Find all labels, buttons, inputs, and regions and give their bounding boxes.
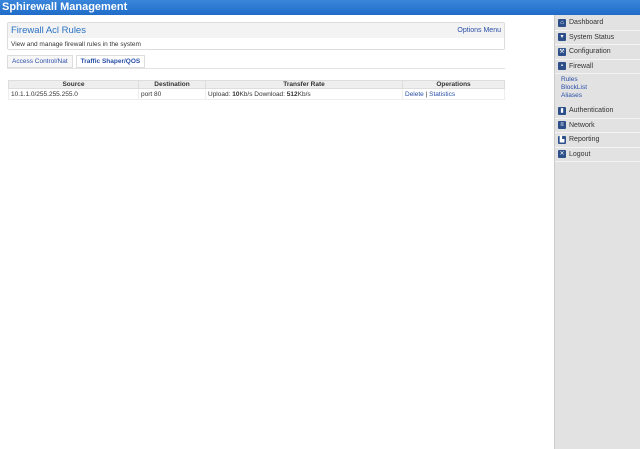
upload-label: Upload: (208, 90, 233, 98)
operations-cell: Delete | Statistics (402, 88, 505, 100)
app-title: Sphirewall Management (0, 0, 640, 15)
chart-icon: ▙ (558, 135, 566, 144)
divider (7, 68, 505, 69)
sidebar-item-firewall[interactable]: ▪ Firewall (555, 60, 640, 74)
col-transfer-rate: Transfer Rate (205, 80, 403, 89)
download-unit: Kb/s (297, 90, 311, 98)
firewall-icon: ▪ (558, 62, 566, 71)
upload-unit: Kb/s Download: (239, 90, 287, 98)
sidebar-item-dashboard[interactable]: ⌂ Dashboard (555, 16, 640, 31)
col-source: Source (8, 80, 139, 89)
rules-table: Source Destination Transfer Rate Operations… (8, 80, 505, 100)
options-menu-link[interactable]: Options Menu (457, 27, 501, 34)
tab-traffic-shaper[interactable]: Traffic Shaper/QOS (75, 55, 146, 68)
delete-link[interactable]: Delete (405, 91, 424, 98)
sidebar-item-network[interactable]: ≡ Network (555, 119, 640, 133)
status-icon: ▾ (558, 33, 566, 42)
statistics-link[interactable]: Statistics (429, 91, 455, 98)
transfer-rate-cell: Upload: 10Kb/s Download: 512Kb/s (205, 88, 403, 100)
page-panel: Firewall Acl Rules Options Menu View and … (7, 22, 505, 50)
sidebar-subitem-blocklist[interactable]: BlockList (561, 84, 640, 92)
sidebar-item-logout[interactable]: ✕ Logout (555, 148, 640, 162)
download-value: 512 (286, 90, 298, 98)
sidebar-item-authentication[interactable]: ▮ Authentication (555, 104, 640, 119)
network-icon: ≡ (558, 121, 566, 130)
table-row: 10.1.1.0/255.255.255.0 port 80 Upload: 1… (8, 88, 505, 100)
source-cell: 10.1.1.0/255.255.255.0 (8, 88, 139, 100)
col-destination: Destination (138, 80, 206, 89)
close-icon: ✕ (558, 150, 566, 159)
page-description: View and manage firewall rules in the sy… (11, 41, 141, 48)
sidebar-item-reporting[interactable]: ▙ Reporting (555, 133, 640, 148)
col-operations: Operations (402, 80, 505, 89)
tab-access-control[interactable]: Access Control/Nat (7, 55, 73, 68)
sidebar-item-configuration[interactable]: ⚒ Configuration (555, 45, 640, 60)
sidebar-item-system-status[interactable]: ▾ System Status (555, 31, 640, 45)
sidebar-subitem-rules[interactable]: Rules (561, 76, 640, 84)
home-icon: ⌂ (558, 18, 566, 27)
page-title: Firewall Acl Rules (11, 25, 86, 36)
destination-cell: port 80 (138, 88, 206, 100)
sidebar-subitem-aliases[interactable]: Aliases (561, 92, 640, 100)
wrench-icon: ⚒ (558, 47, 566, 56)
auth-icon: ▮ (558, 106, 566, 115)
sidebar: ⌂ Dashboard ▾ System Status ⚒ Configuration… (554, 15, 640, 449)
